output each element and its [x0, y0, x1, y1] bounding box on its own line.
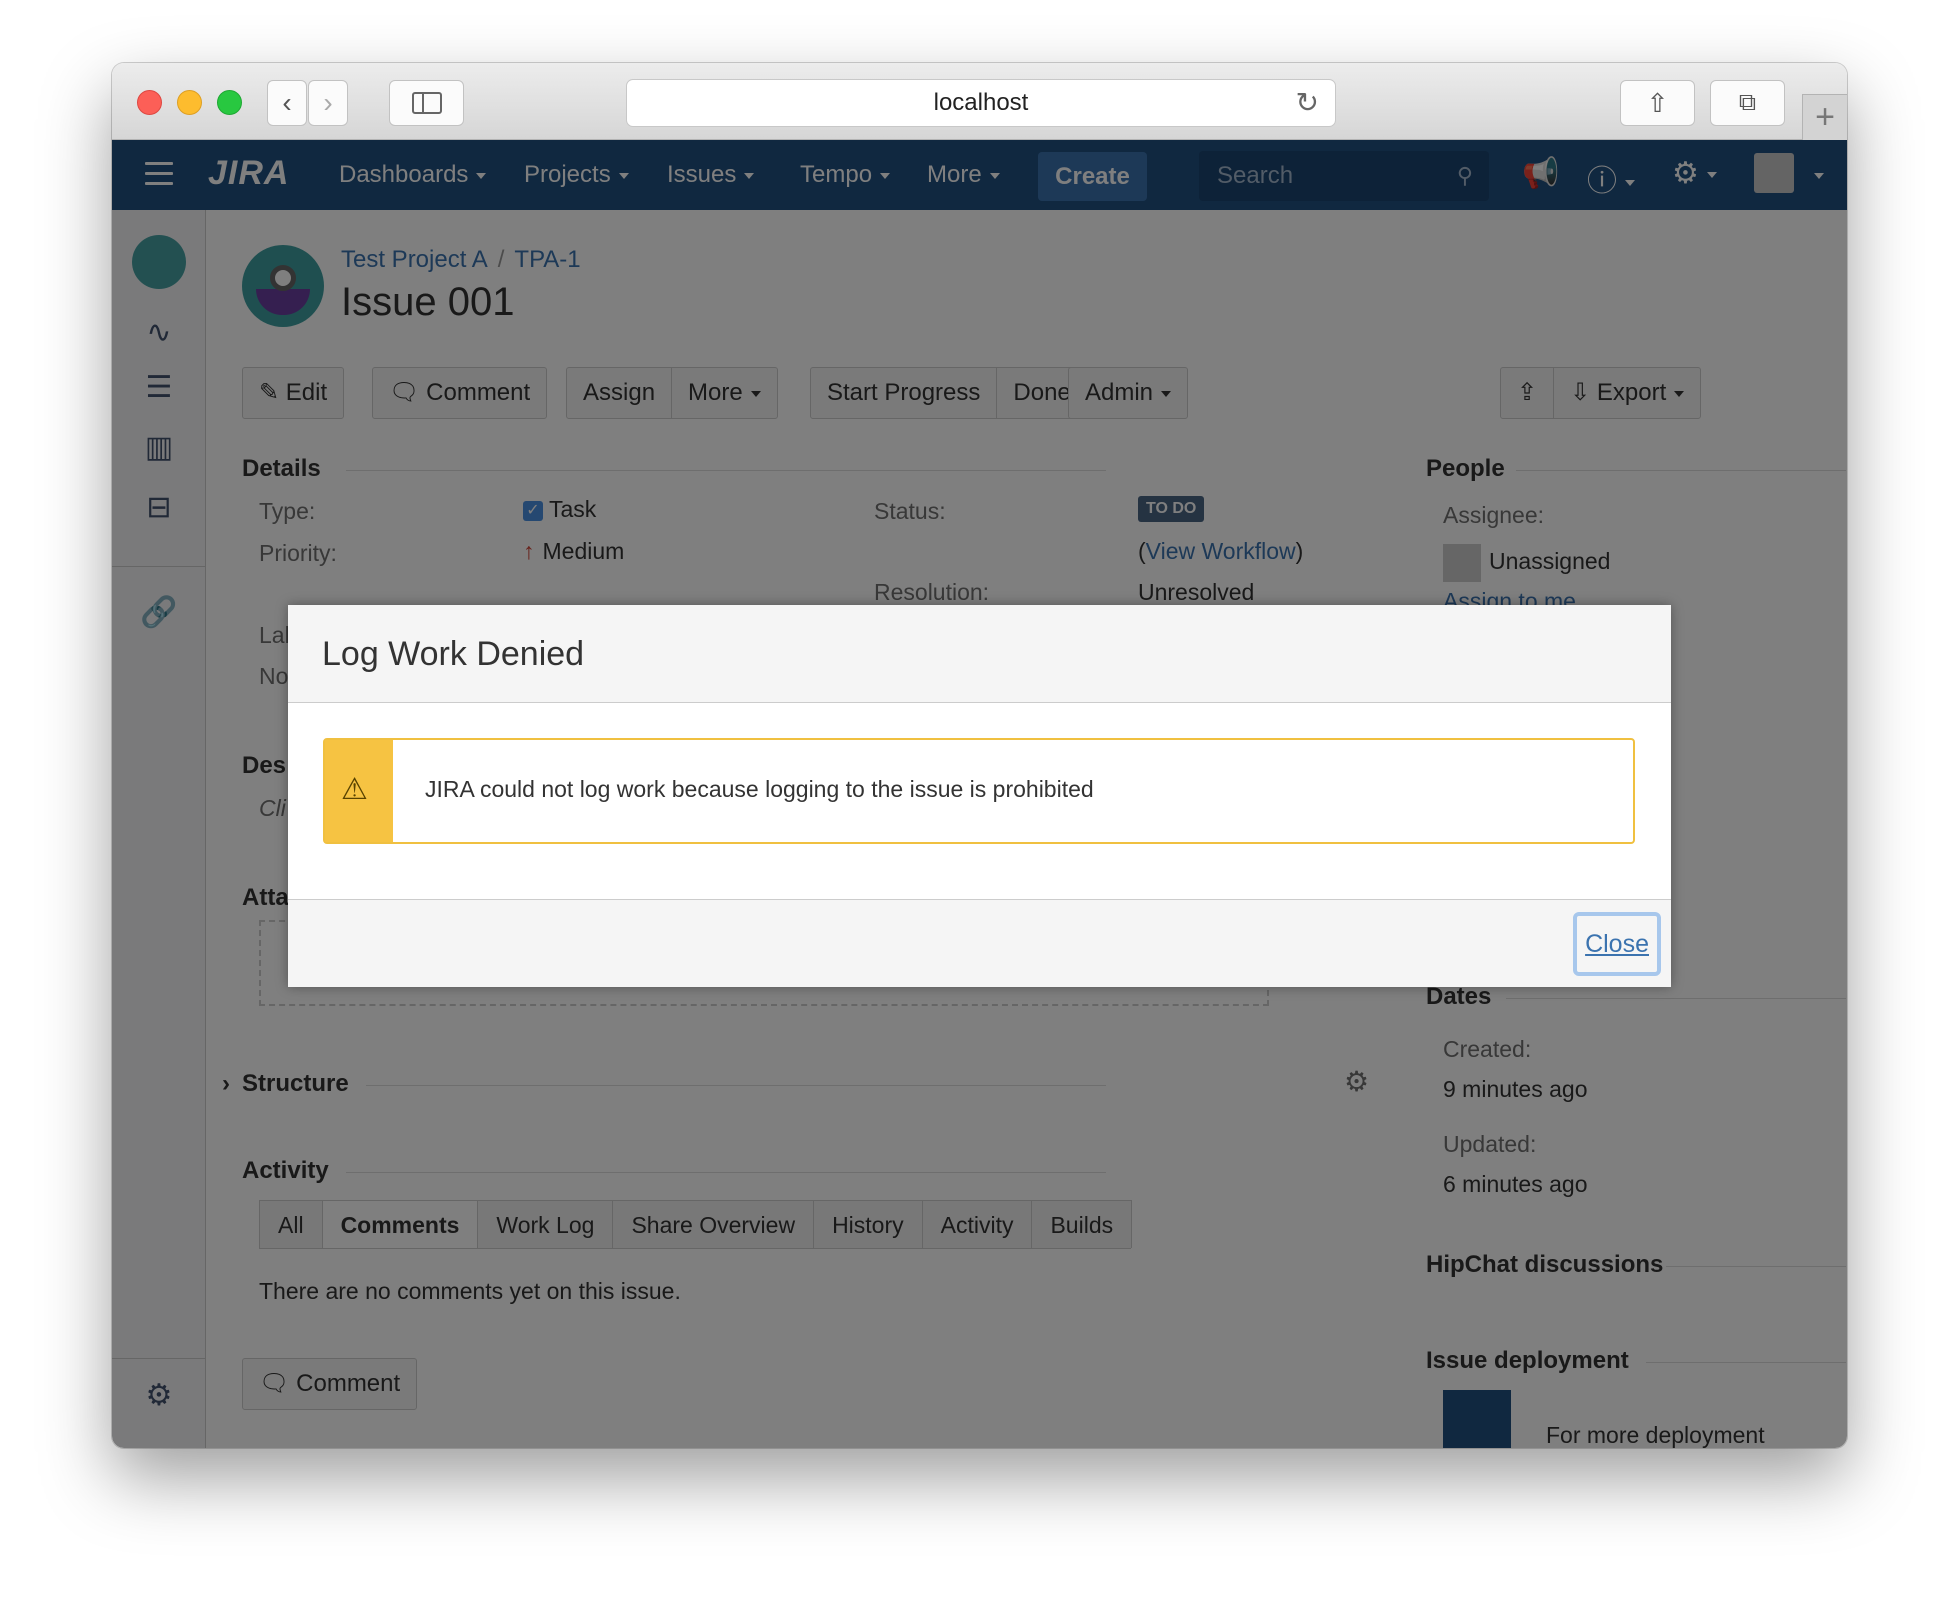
chevron-right-icon: ›	[323, 87, 333, 118]
share-icon: ⇧	[1646, 87, 1669, 118]
log-work-denied-dialog: Log Work Denied ⚠ JIRA could not log wor…	[288, 605, 1671, 987]
close-window-button[interactable]	[137, 90, 162, 115]
tabs-overview-button[interactable]: ⧉	[1710, 80, 1785, 126]
back-button[interactable]: ‹	[267, 80, 307, 126]
sidebar-icon	[411, 92, 442, 114]
dialog-footer: Close	[288, 899, 1671, 987]
browser-window: ‹ › localhost ↻ ⇧ ⧉ + JIRA Dashboards Pr…	[112, 63, 1847, 1448]
share-button[interactable]: ⇧	[1620, 80, 1695, 126]
sidebar-toggle-button[interactable]	[389, 80, 464, 126]
dialog-header: Log Work Denied	[288, 605, 1671, 703]
url-text: localhost	[933, 89, 1029, 116]
close-button[interactable]: Close	[1573, 912, 1661, 976]
warning-text: JIRA could not log work because logging …	[425, 776, 1094, 802]
chevron-left-icon: ‹	[282, 87, 292, 118]
browser-titlebar: ‹ › localhost ↻ ⇧ ⧉ +	[112, 63, 1847, 140]
tabs-icon: ⧉	[1738, 89, 1757, 116]
address-bar[interactable]: localhost ↻	[626, 79, 1336, 127]
reload-icon[interactable]: ↻	[1296, 80, 1319, 126]
dialog-title: Log Work Denied	[322, 635, 585, 673]
minimize-window-button[interactable]	[177, 90, 202, 115]
forward-button[interactable]: ›	[308, 80, 348, 126]
warning-message: ⚠ JIRA could not log work because loggin…	[323, 738, 1635, 844]
zoom-window-button[interactable]	[217, 90, 242, 115]
warning-icon: ⚠	[341, 773, 368, 806]
new-tab-button[interactable]: +	[1802, 94, 1847, 140]
plus-icon: +	[1815, 98, 1835, 136]
